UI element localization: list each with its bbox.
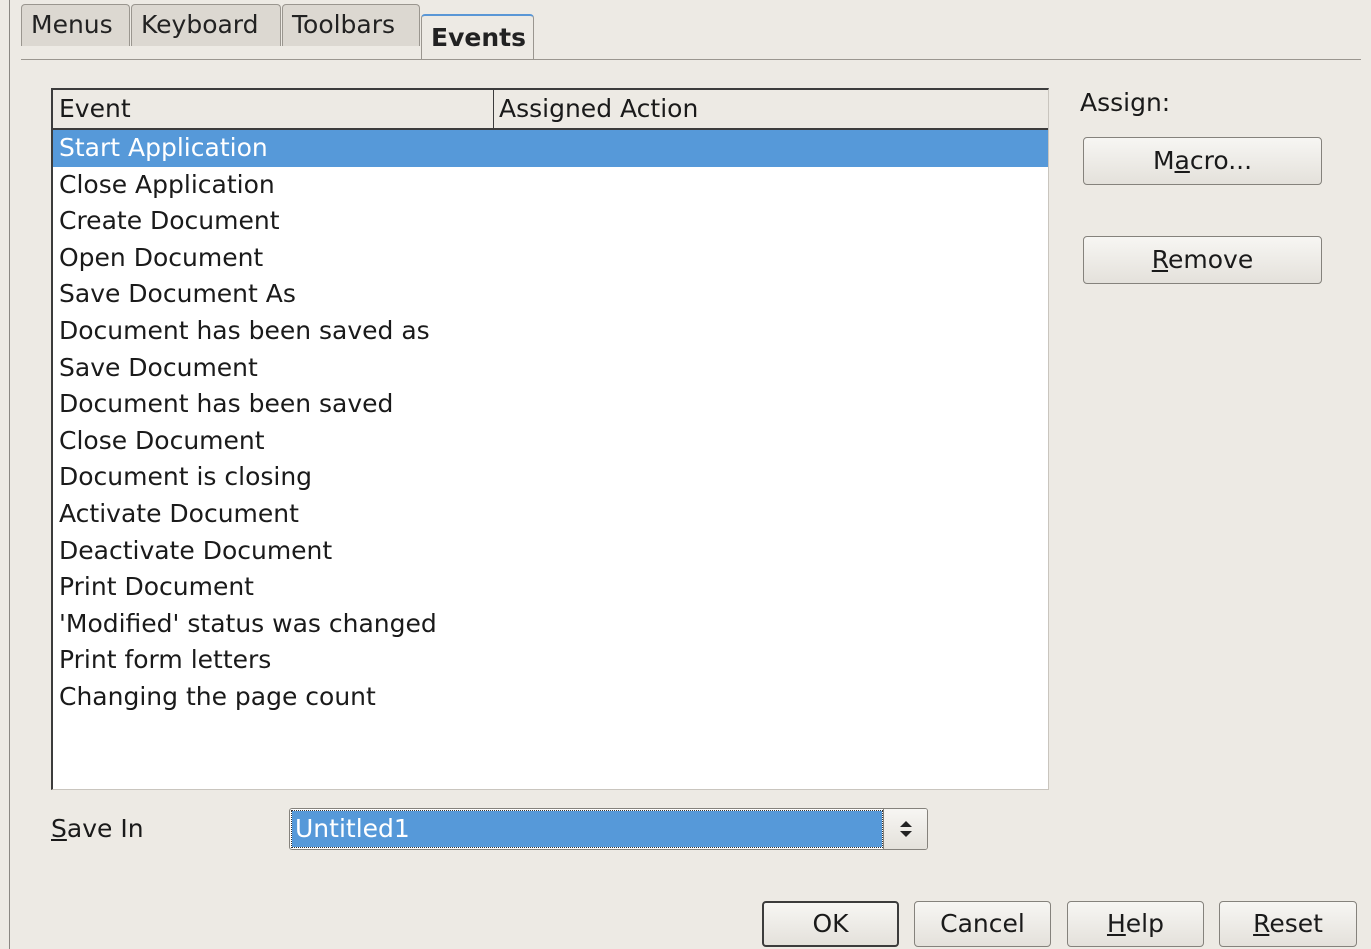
event-row[interactable]: Create Document [53, 203, 1048, 240]
event-row[interactable]: Start Application [53, 130, 1048, 167]
save-in-spin-button[interactable] [883, 809, 927, 849]
column-header-event[interactable]: Event [53, 90, 493, 128]
event-row[interactable]: Close Document [53, 423, 1048, 460]
list-header: Event Assigned Action [53, 90, 1048, 130]
column-header-assigned-action[interactable]: Assigned Action [493, 90, 1048, 128]
event-row[interactable]: Document has been saved as [53, 313, 1048, 350]
event-row[interactable]: Open Document [53, 240, 1048, 277]
remove-button[interactable]: Remove [1083, 236, 1322, 284]
help-button[interactable]: Help [1067, 901, 1204, 947]
event-row[interactable]: Print Document [53, 569, 1048, 606]
ok-button[interactable]: OK [762, 901, 899, 947]
macro-button[interactable]: Macro... [1083, 137, 1322, 185]
event-row[interactable]: Save Document [53, 350, 1048, 387]
tab-toolbars[interactable]: Toolbars [282, 4, 420, 46]
event-row[interactable]: Activate Document [53, 496, 1048, 533]
event-row[interactable]: Save Document As [53, 276, 1048, 313]
event-row[interactable]: Close Application [53, 167, 1048, 204]
cancel-button[interactable]: Cancel [914, 901, 1051, 947]
event-row[interactable]: Document has been saved [53, 386, 1048, 423]
event-row[interactable]: Changing the page count [53, 679, 1048, 716]
event-row[interactable]: Document is closing [53, 459, 1048, 496]
tab-menus[interactable]: Menus [21, 4, 130, 46]
save-in-select[interactable]: Untitled1 [289, 808, 928, 850]
event-list[interactable]: Event Assigned Action Start Application C… [51, 88, 1049, 790]
tab-divider [21, 59, 1361, 60]
list-rows: Start Application Close Application Create… [53, 130, 1048, 716]
assign-label: Assign: [1080, 88, 1171, 117]
event-row[interactable]: Deactivate Document [53, 533, 1048, 570]
reset-button[interactable]: Reset [1219, 901, 1357, 947]
up-down-arrows-icon [899, 821, 912, 837]
tab-keyboard[interactable]: Keyboard [131, 4, 281, 46]
event-row[interactable]: Print form letters [53, 642, 1048, 679]
tab-events[interactable]: Events [421, 14, 534, 60]
save-in-label: Save In [51, 814, 144, 843]
save-in-value: Untitled1 [291, 810, 883, 848]
event-row[interactable]: 'Modified' status was changed [53, 606, 1048, 643]
